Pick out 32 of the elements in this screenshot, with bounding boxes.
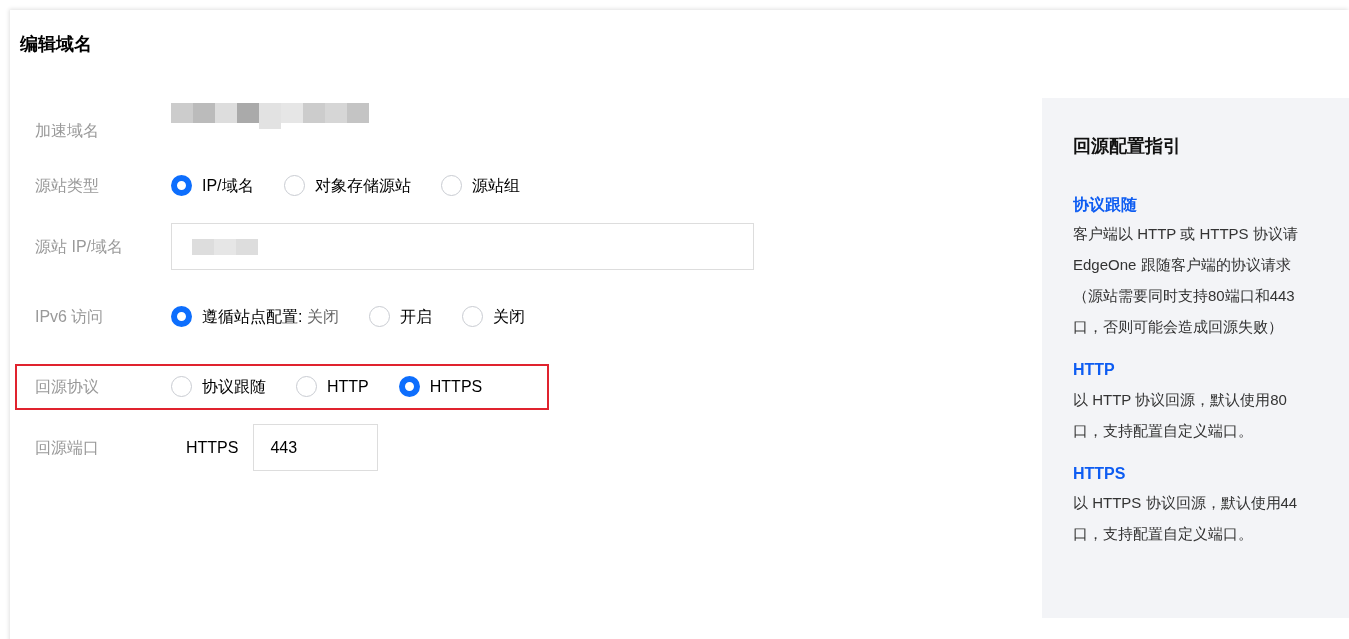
field-label: 源站类型: [35, 175, 100, 196]
guide-heading: HTTPS: [1073, 463, 1127, 483]
guide-heading: HTTP: [1073, 360, 1116, 380]
field-label: 加速域名: [35, 120, 100, 141]
radio-option[interactable]: 遵循站点配置: 关闭: [171, 304, 339, 329]
guide-text: （源站需要同时支持80端口和443: [1073, 286, 1296, 307]
guide-text: 口，支持配置自定义端口。: [1073, 420, 1254, 441]
guide-title: 回源配置指引: [1073, 135, 1182, 158]
dialog-title: 编辑域名: [19, 33, 93, 56]
guide-text: EdgeOne 跟随客户端的协议请求: [1073, 255, 1292, 276]
guide-heading: 协议跟随: [1073, 195, 1138, 215]
field-label: 回源端口: [35, 437, 100, 458]
input-field[interactable]: [171, 223, 754, 271]
radio-option[interactable]: 协议跟随: [171, 374, 266, 399]
radio-option[interactable]: HTTPS: [398, 374, 483, 399]
radio-option[interactable]: 源站组: [440, 173, 520, 198]
redaction-mosaic: [192, 238, 258, 255]
guide-text: 口，否则可能会造成回源失败）: [1073, 317, 1284, 338]
field-label: 回源协议: [35, 376, 100, 397]
radio-option[interactable]: 对象存储源站: [283, 173, 411, 198]
field-label: IPv6 访问: [35, 306, 105, 327]
port-input[interactable]: 443: [253, 424, 379, 472]
guide-text: 客户端以 HTTP 或 HTTPS 协议请: [1073, 224, 1299, 245]
radio-option[interactable]: 关闭: [461, 304, 525, 329]
port-protocol: HTTPS: [186, 437, 239, 458]
radio-option[interactable]: IP/域名: [171, 173, 254, 198]
guide-text: 以 HTTP 协议回源，默认使用80: [1073, 389, 1288, 410]
radio-option[interactable]: 开启: [368, 304, 432, 329]
field-label: 源站 IP/域名: [35, 236, 124, 257]
guide-text: 口，支持配置自定义端口。: [1073, 523, 1254, 544]
radio-option[interactable]: HTTP: [296, 374, 369, 399]
guide-text: 以 HTTPS 协议回源，默认使用44: [1073, 492, 1299, 513]
